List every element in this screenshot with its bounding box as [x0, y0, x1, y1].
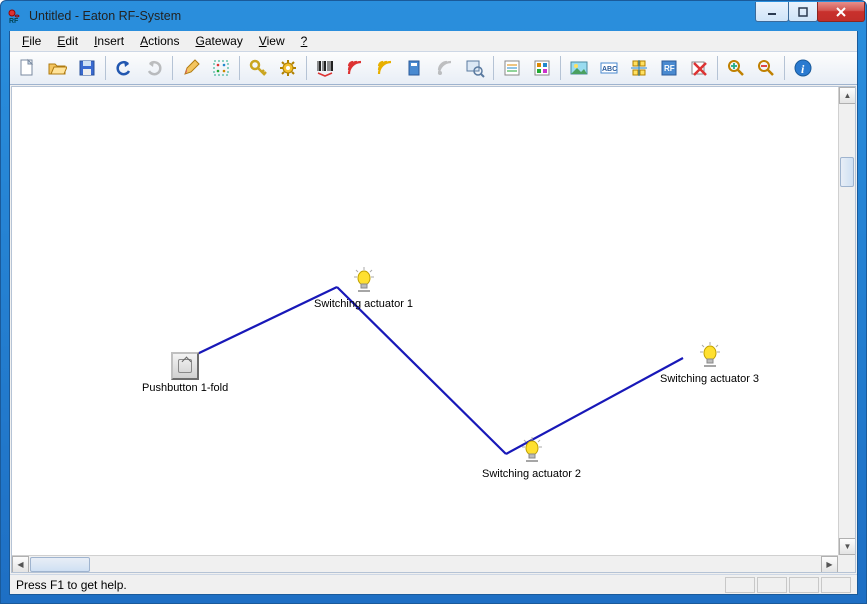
scroll-down-button[interactable]: ▼ [839, 538, 856, 555]
save-icon[interactable] [73, 54, 101, 82]
rf-red-icon[interactable] [341, 54, 369, 82]
info-icon[interactable]: i [789, 54, 817, 82]
status-cell [725, 577, 755, 593]
bulb-icon [520, 437, 544, 463]
edit-icon[interactable] [177, 54, 205, 82]
abc-icon[interactable]: ABC [595, 54, 623, 82]
titlebar[interactable]: RF Untitled - Eaton RF-System [1, 1, 866, 31]
app-icon: RF [7, 8, 23, 24]
menu-insert[interactable]: Insert [86, 32, 132, 50]
node-actuator-1[interactable]: Switching actuator 1 [314, 267, 413, 310]
status-cell [789, 577, 819, 593]
rf-yellow-icon[interactable] [371, 54, 399, 82]
new-file-icon[interactable] [13, 54, 41, 82]
node-label: Switching actuator 1 [314, 298, 413, 310]
horizontal-scroll-thumb[interactable] [30, 557, 90, 572]
menu-help[interactable]: ? [293, 32, 316, 50]
menubar: File Edit Insert Actions Gateway View ? [10, 31, 857, 51]
client-area: File Edit Insert Actions Gateway View ? [9, 31, 858, 595]
menu-file[interactable]: File [14, 32, 49, 50]
maximize-button[interactable] [788, 2, 818, 22]
rf-config-icon[interactable]: RF [655, 54, 683, 82]
gear-icon[interactable] [274, 54, 302, 82]
zoom-out-icon[interactable] [752, 54, 780, 82]
bulb-icon [698, 342, 722, 368]
node-label: Switching actuator 3 [660, 373, 759, 385]
delete-icon[interactable] [685, 54, 713, 82]
menu-gateway[interactable]: Gateway [187, 32, 250, 50]
application-window: RF Untitled - Eaton RF-System File Edit … [0, 0, 867, 604]
pushbutton-icon [171, 352, 199, 380]
svg-text:ABC: ABC [602, 66, 617, 73]
vertical-scrollbar[interactable]: ▲ ▼ [838, 87, 855, 555]
alignment-icon[interactable] [625, 54, 653, 82]
window-controls [756, 2, 865, 22]
horizontal-scrollbar[interactable]: ◀ ▶ [12, 555, 838, 572]
status-cell [821, 577, 851, 593]
node-actuator-3[interactable]: Switching actuator 3 [660, 342, 759, 385]
node-label: Switching actuator 2 [482, 468, 581, 480]
search-device-icon[interactable] [461, 54, 489, 82]
vertical-scroll-thumb[interactable] [840, 157, 854, 187]
redo-icon[interactable] [140, 54, 168, 82]
svg-text:RF: RF [664, 64, 675, 73]
status-cell [757, 577, 787, 593]
scroll-up-button[interactable]: ▲ [839, 87, 856, 104]
statusbar: Press F1 to get help. [10, 574, 857, 594]
book-icon[interactable] [401, 54, 429, 82]
toolbar: ABC RF i [10, 51, 857, 85]
image-icon[interactable] [565, 54, 593, 82]
bulb-icon [352, 267, 376, 293]
barcode-icon[interactable] [311, 54, 339, 82]
canvas-area: Pushbutton 1-fold Switching actuator 1 S… [11, 86, 856, 573]
node-actuator-2[interactable]: Switching actuator 2 [482, 437, 581, 480]
diagram-canvas[interactable] [12, 87, 855, 572]
close-button[interactable] [817, 2, 865, 22]
menu-edit[interactable]: Edit [49, 32, 86, 50]
open-icon[interactable] [43, 54, 71, 82]
status-text: Press F1 to get help. [16, 578, 723, 592]
select-icon[interactable] [207, 54, 235, 82]
scroll-left-button[interactable]: ◀ [12, 556, 29, 573]
key-icon[interactable] [244, 54, 272, 82]
menu-view[interactable]: View [251, 32, 293, 50]
zoom-in-icon[interactable] [722, 54, 750, 82]
rss-icon[interactable] [431, 54, 459, 82]
scroll-corner [838, 555, 855, 572]
scroll-right-button[interactable]: ▶ [821, 556, 838, 573]
node-pushbutton[interactable]: Pushbutton 1-fold [142, 352, 228, 394]
window-title: Untitled - Eaton RF-System [29, 9, 756, 23]
grid-icon[interactable] [528, 54, 556, 82]
node-label: Pushbutton 1-fold [142, 382, 228, 394]
minimize-button[interactable] [755, 2, 789, 22]
svg-text:RF: RF [9, 18, 19, 24]
list-icon[interactable] [498, 54, 526, 82]
connection-lines [172, 287, 683, 454]
undo-icon[interactable] [110, 54, 138, 82]
menu-actions[interactable]: Actions [132, 32, 187, 50]
